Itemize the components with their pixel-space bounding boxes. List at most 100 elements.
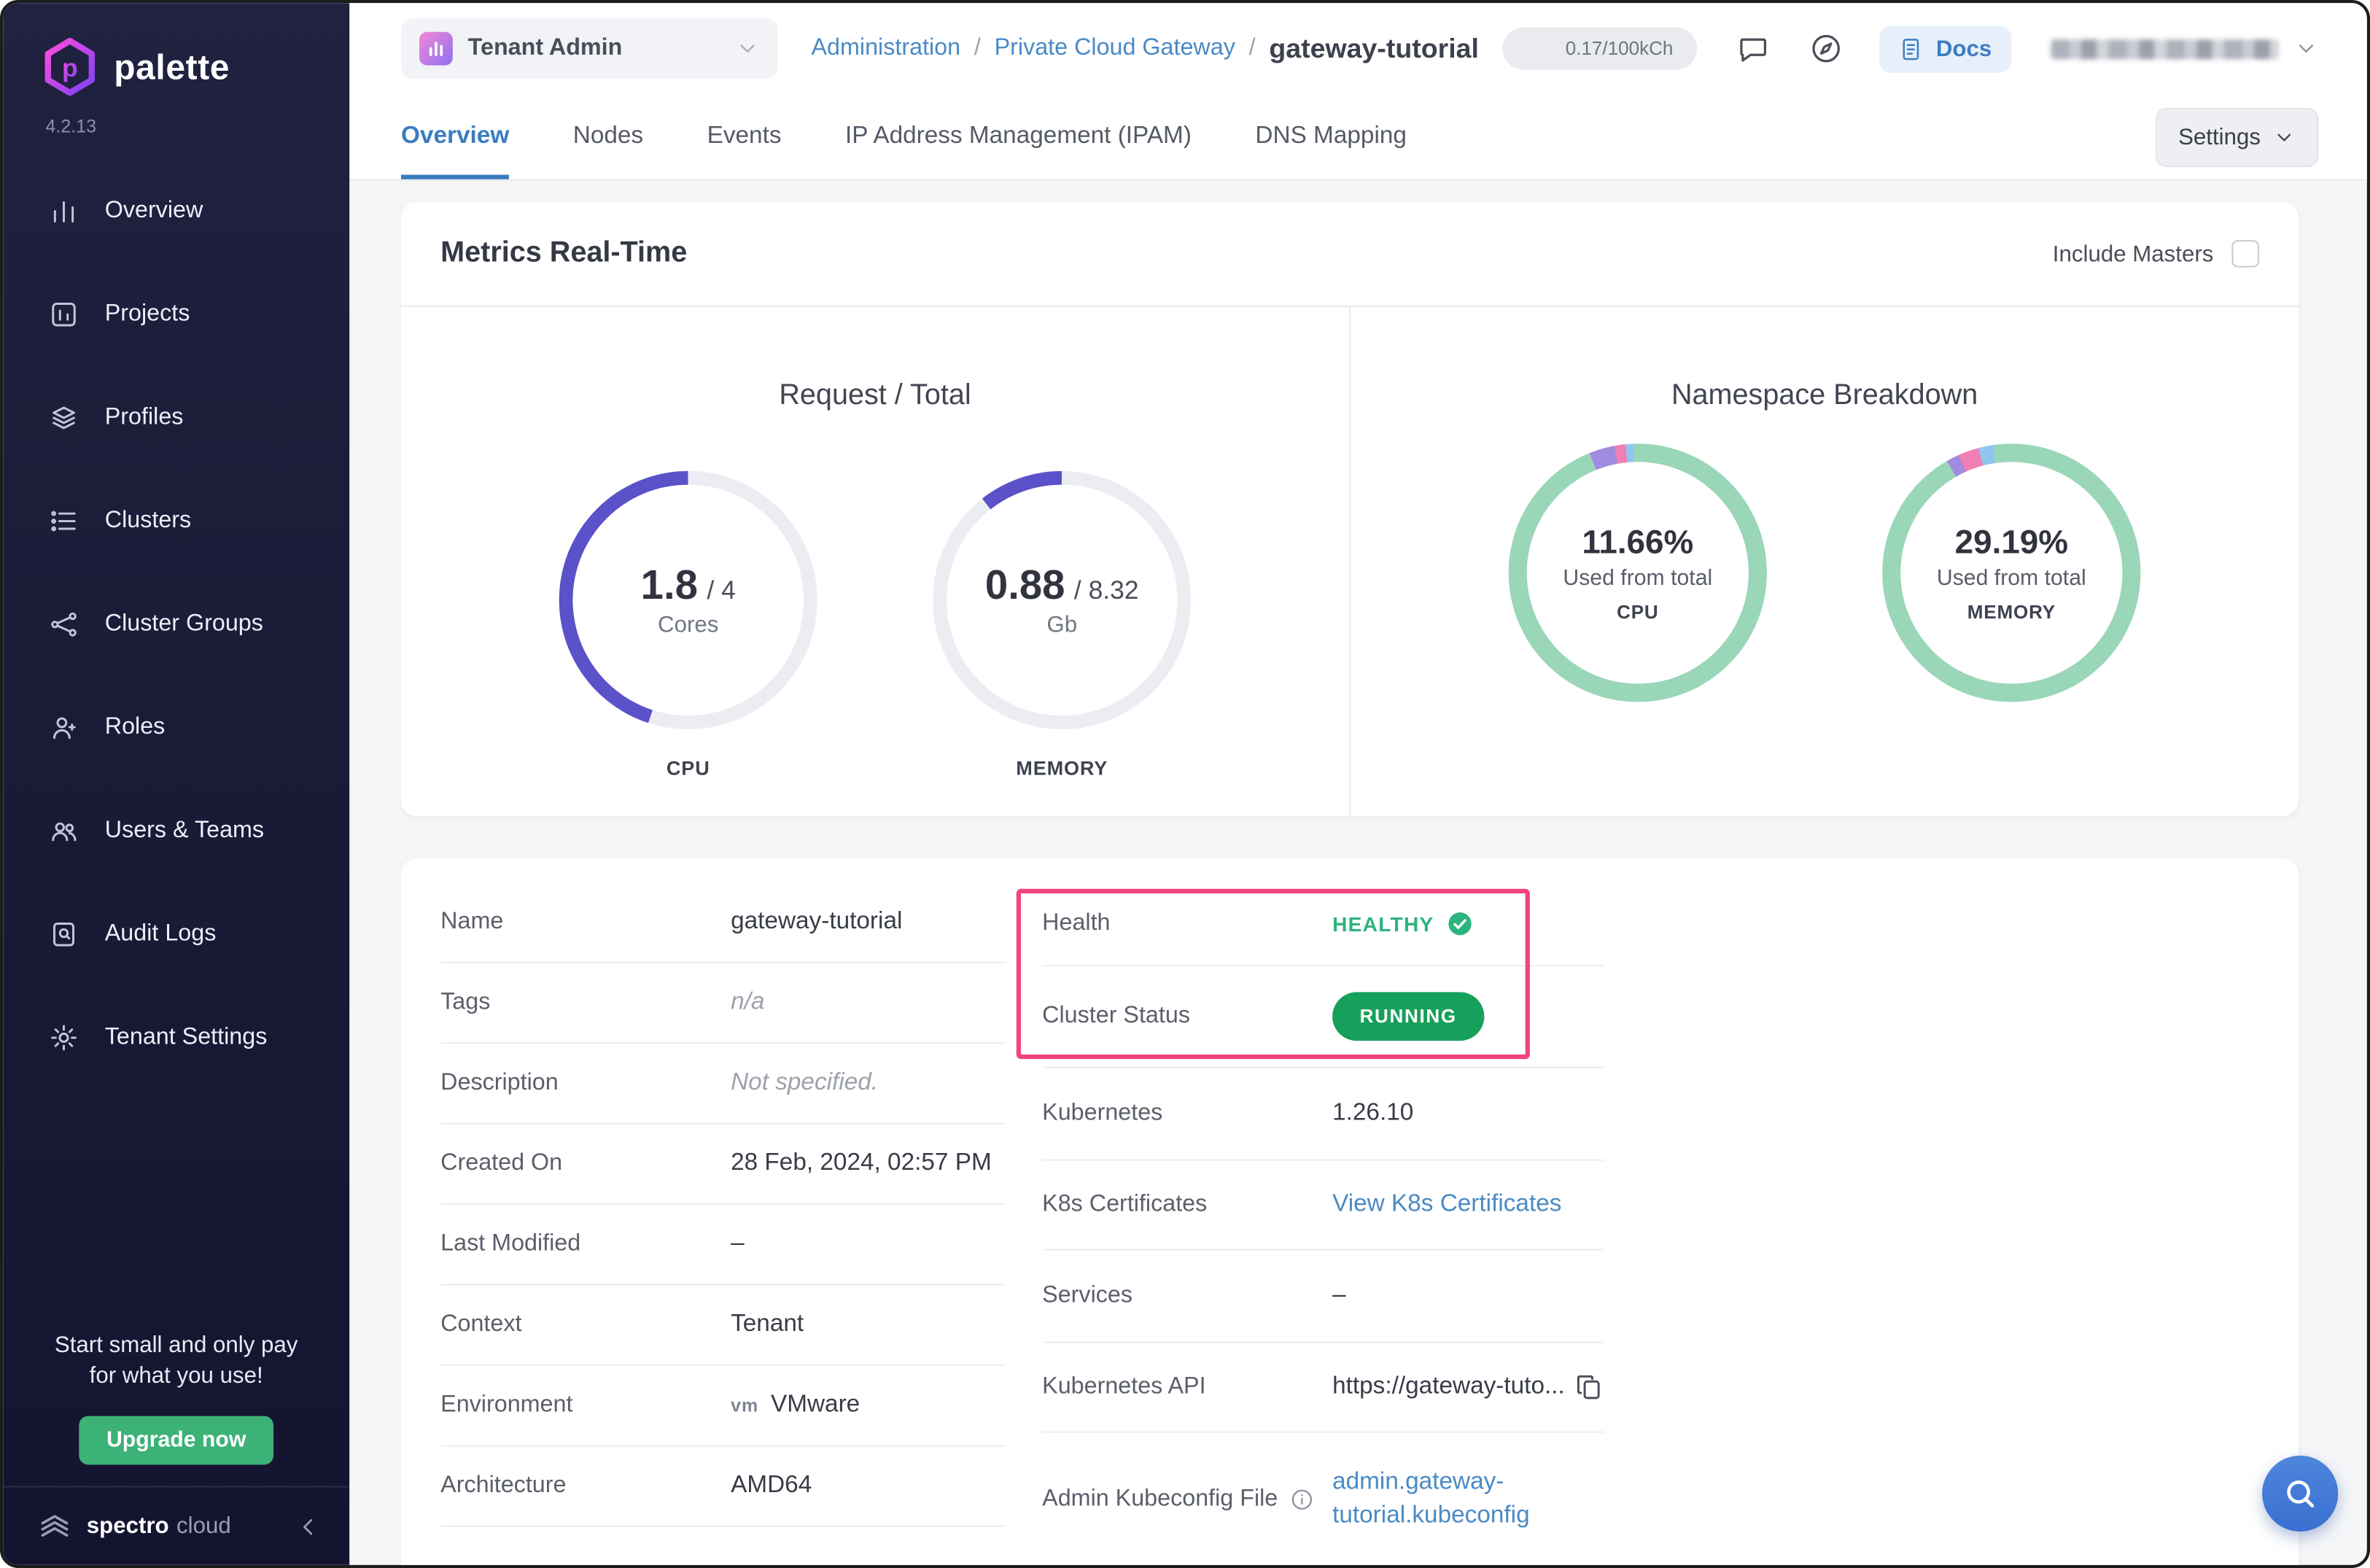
sidebar-item-projects[interactable]: Projects <box>3 279 349 349</box>
tab-bar: Overview Nodes Events IP Address Managem… <box>349 94 2367 181</box>
audit-logs-icon <box>53 923 74 947</box>
tab-nodes[interactable]: Nodes <box>573 94 643 179</box>
top-header: Tenant Admin Administration / Private Cl… <box>349 3 2367 95</box>
cpu-gauge-label: CPU <box>666 756 710 780</box>
sidebar-item-profiles[interactable]: Profiles <box>3 383 349 453</box>
memory-unit: Gb <box>1046 612 1078 638</box>
sidebar-item-overview[interactable]: Overview <box>3 176 349 247</box>
detail-label: Environment <box>440 1392 573 1418</box>
chevron-down-icon <box>2294 36 2318 61</box>
sidebar-item-cluster-groups[interactable]: Cluster Groups <box>3 589 349 659</box>
palette-logo: p palette <box>3 3 349 97</box>
sidebar-item-label: Projects <box>104 300 190 327</box>
cpu-total: / 4 <box>707 575 736 605</box>
brand-name: palette <box>114 46 230 86</box>
breadcrumb-pcg[interactable]: Private Cloud Gateway <box>995 35 1235 63</box>
detail-row-admin-kubeconfig: Admin Kubeconfig File admin.gateway-tuto… <box>1042 1433 1604 1565</box>
promo-text: Start small and only pay for what you us… <box>54 1332 298 1389</box>
detail-label: Tags <box>440 989 491 1015</box>
docs-label: Docs <box>1935 35 1992 62</box>
sidebar-item-users-teams[interactable]: Users & Teams <box>3 796 349 866</box>
detail-label: Last Modified <box>440 1230 581 1257</box>
sidebar-item-label: Overview <box>104 197 203 224</box>
breadcrumb-current: gateway-tutorial <box>1269 32 1479 63</box>
memory-gauge: 0.88 / 8.32 Gb MEMORY <box>933 470 1192 780</box>
health-status: HEALTHY <box>1332 910 1474 938</box>
scope-selector[interactable]: Tenant Admin <box>401 18 778 79</box>
user-menu[interactable] <box>2051 36 2319 61</box>
detail-row-kubernetes: Kubernetes 1.26.10 <box>1042 1068 1604 1161</box>
copy-button[interactable] <box>1574 1372 1604 1402</box>
view-k8s-certificates-link[interactable]: View K8s Certificates <box>1332 1191 1561 1219</box>
detail-row-cluster-status: Cluster Status RUNNING <box>1042 966 1604 1068</box>
redacted-username <box>2051 39 2279 59</box>
app-version: 4.2.13 <box>45 115 97 137</box>
namespace-memory-percent: 29.19% <box>1954 522 2069 561</box>
upgrade-now-button[interactable]: Upgrade now <box>79 1416 273 1465</box>
sidebar-item-label: Profiles <box>104 404 184 430</box>
tab-dns-mapping[interactable]: DNS Mapping <box>1255 94 1407 179</box>
detail-label: Name <box>440 908 504 935</box>
chevron-down-icon <box>2277 133 2291 141</box>
detail-row-created-on: Created On 28 Feb, 2024, 02:57 PM <box>440 1125 1006 1206</box>
detail-label: Kubernetes <box>1042 1100 1163 1126</box>
settings-gear-icon <box>51 1025 77 1051</box>
cluster-groups-nodes-icon <box>51 612 77 637</box>
chat-button[interactable] <box>1737 32 1771 66</box>
breadcrumb-administration[interactable]: Administration <box>812 35 961 63</box>
check-circle-icon <box>1448 912 1472 936</box>
detail-label: Admin Kubeconfig File <box>1042 1486 1278 1512</box>
detail-value: 1.26.10 <box>1332 1100 1414 1126</box>
footer-brand: spectro <box>86 1513 169 1540</box>
include-masters-checkbox[interactable] <box>2231 240 2259 268</box>
detail-row-description: Description Not specified. <box>440 1044 1006 1125</box>
settings-button[interactable]: Settings <box>2155 106 2319 167</box>
namespace-memory-label: MEMORY <box>1967 601 2056 624</box>
detail-value: Not specified. <box>731 1069 879 1096</box>
detail-row-context: Context Tenant <box>440 1285 1006 1366</box>
info-icon[interactable] <box>1290 1488 1314 1512</box>
help-compass-button[interactable] <box>1810 32 1843 66</box>
sidebar-footer: spectro cloud <box>3 1486 350 1564</box>
copy-icon <box>1577 1375 1600 1400</box>
detail-value: – <box>731 1230 745 1257</box>
namespace-cpu-caption: Used from total <box>1563 567 1713 591</box>
breadcrumb: Administration / Private Cloud Gateway /… <box>812 33 1479 65</box>
sidebar-collapse-button[interactable] <box>295 1513 322 1540</box>
chevron-left-icon <box>303 1518 313 1534</box>
breadcrumb-separator: / <box>1248 34 1256 61</box>
docs-button[interactable]: Docs <box>1879 25 2012 72</box>
detail-label: Kubernetes API <box>1042 1373 1206 1400</box>
detail-row-tags: Tags n/a <box>440 963 1006 1044</box>
sidebar-item-tenant-settings[interactable]: Tenant Settings <box>3 1003 349 1073</box>
scope-label: Tenant Admin <box>467 34 623 61</box>
detail-value: Tenant <box>731 1311 804 1338</box>
users-teams-icon <box>52 822 77 842</box>
detail-value: AMD64 <box>731 1472 812 1499</box>
sidebar-item-roles[interactable]: Roles <box>3 693 349 763</box>
tab-overview[interactable]: Overview <box>401 94 510 179</box>
sidebar-item-label: Clusters <box>104 507 192 534</box>
cpu-used: 1.8 <box>640 562 698 608</box>
memory-gauge-label: MEMORY <box>1016 756 1108 780</box>
detail-label: Context <box>440 1311 522 1338</box>
sidebar-item-audit-logs[interactable]: Audit Logs <box>3 899 349 969</box>
detail-row-services: Services – <box>1042 1251 1604 1343</box>
sidebar-item-clusters[interactable]: Clusters <box>3 486 349 556</box>
settings-label: Settings <box>2178 123 2261 150</box>
sidebar-nav: Overview Projects Profiles Clusters Clus… <box>3 176 349 1073</box>
detail-label: Health <box>1042 909 1111 936</box>
detail-label: Services <box>1042 1282 1132 1308</box>
admin-kubeconfig-link[interactable]: admin.gateway-tutorial.kubeconfig <box>1332 1466 1575 1533</box>
detail-row-health: Health HEALTHY <box>1042 882 1604 966</box>
detail-value: 28 Feb, 2024, 02:57 PM <box>731 1150 992 1176</box>
detail-value: – <box>1332 1282 1346 1308</box>
tab-events[interactable]: Events <box>707 94 782 179</box>
kubernetes-api-url: https://gateway-tuto... <box>1332 1373 1565 1400</box>
spectro-cloud-logo-icon <box>41 1514 69 1536</box>
viewport: p palette 4.2.13 Overview Projects Profi… <box>0 0 2370 1568</box>
search-fab-button[interactable] <box>2262 1455 2339 1532</box>
svg-text:p: p <box>62 53 78 82</box>
sidebar-item-label: Tenant Settings <box>104 1024 268 1050</box>
tab-ipam[interactable]: IP Address Management (IPAM) <box>845 94 1192 179</box>
